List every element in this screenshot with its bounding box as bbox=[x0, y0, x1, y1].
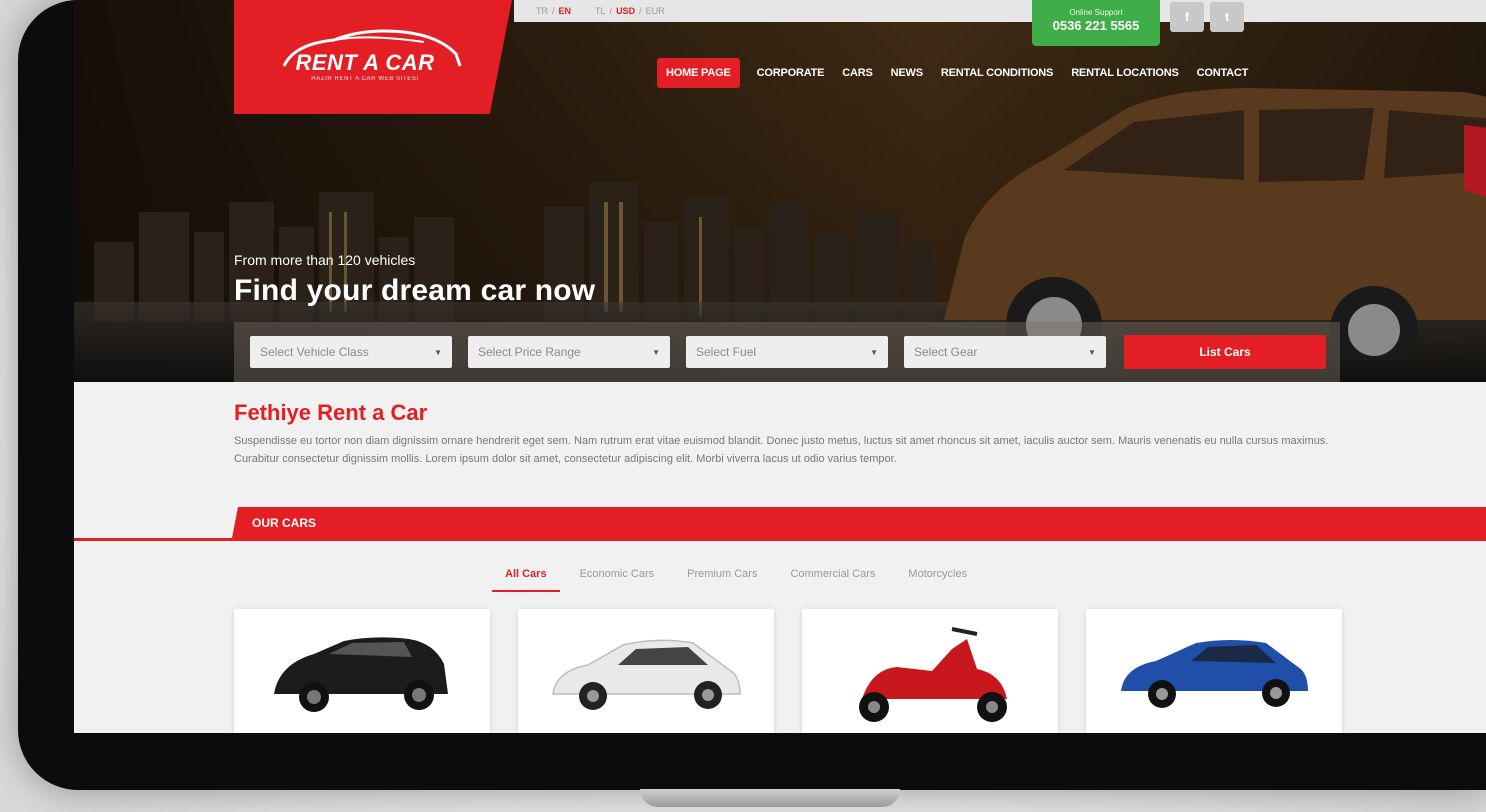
list-cars-button[interactable]: List Cars bbox=[1124, 335, 1326, 369]
mockup-stage: TR / EN TL / USD / EUR Online Support 05… bbox=[0, 0, 1486, 812]
chevron-down-icon: ▼ bbox=[434, 347, 442, 357]
hero-headline: Find your dream car now bbox=[234, 274, 596, 307]
main-nav: HOME PAGE CORPORATE CARS NEWS RENTAL CON… bbox=[657, 58, 1257, 88]
utility-bar: TR / EN TL / USD / EUR bbox=[514, 0, 1486, 22]
online-support-box[interactable]: Online Support 0536 221 5565 bbox=[1032, 0, 1160, 46]
tab-commercial-cars[interactable]: Commercial Cars bbox=[777, 565, 888, 592]
select-label: Select Gear bbox=[914, 345, 978, 359]
white-sedan-image bbox=[552, 639, 741, 710]
car-card[interactable] bbox=[802, 609, 1058, 733]
nav-news[interactable]: NEWS bbox=[882, 58, 932, 88]
blue-sedan-image bbox=[1121, 640, 1308, 708]
tab-all-cars[interactable]: All Cars bbox=[492, 565, 560, 592]
support-phone[interactable]: 0536 221 5565 bbox=[1032, 18, 1160, 33]
select-label: Select Vehicle Class bbox=[260, 345, 369, 359]
car-search-bar: Select Vehicle Class ▼ Select Price Rang… bbox=[234, 322, 1340, 382]
intro-title: Fethiye Rent a Car bbox=[234, 400, 428, 425]
currency-usd[interactable]: USD bbox=[616, 6, 635, 16]
facebook-icon[interactable]: f bbox=[1170, 2, 1204, 32]
chevron-down-icon: ▼ bbox=[1088, 347, 1096, 357]
our-cars-label: OUR CARS bbox=[252, 516, 317, 530]
laptop-base bbox=[640, 789, 900, 807]
red-scooter-image bbox=[859, 627, 1007, 722]
gear-select[interactable]: Select Gear ▼ bbox=[904, 336, 1106, 368]
car-card[interactable] bbox=[234, 609, 490, 733]
lang-tr[interactable]: TR bbox=[536, 6, 548, 16]
hero-tagline: From more than 120 vehicles bbox=[234, 252, 416, 268]
vehicle-class-select[interactable]: Select Vehicle Class ▼ bbox=[250, 336, 452, 368]
lang-en[interactable]: EN bbox=[559, 6, 572, 16]
chevron-down-icon: ▼ bbox=[870, 347, 878, 357]
our-cars-band: OUR CARS bbox=[74, 507, 1486, 541]
car-card[interactable] bbox=[1086, 609, 1342, 733]
nav-corporate[interactable]: CORPORATE bbox=[748, 58, 834, 88]
site-logo[interactable]: RENT A CAR HAZIR RENT A CAR WEB SITESI bbox=[234, 0, 512, 114]
nav-rental-locations[interactable]: RENTAL LOCATIONS bbox=[1062, 58, 1187, 88]
tab-premium-cars[interactable]: Premium Cars bbox=[674, 565, 770, 592]
website-screen: TR / EN TL / USD / EUR Online Support 05… bbox=[74, 0, 1486, 733]
nav-rental-conditions[interactable]: RENTAL CONDITIONS bbox=[932, 58, 1062, 88]
currency-tl[interactable]: TL bbox=[595, 6, 606, 16]
divider: / bbox=[639, 6, 642, 16]
hero-suv-image bbox=[944, 88, 1486, 360]
support-label: Online Support bbox=[1069, 8, 1123, 17]
nav-home[interactable]: HOME PAGE bbox=[657, 58, 740, 88]
currency-eur[interactable]: EUR bbox=[646, 6, 665, 16]
car-category-tabs: All Cars Economic Cars Premium Cars Comm… bbox=[492, 565, 987, 592]
select-label: Select Fuel bbox=[696, 345, 757, 359]
twitter-icon[interactable]: t bbox=[1210, 2, 1244, 32]
nav-contact[interactable]: CONTACT bbox=[1188, 58, 1258, 88]
intro-text: Suspendisse eu tortor non diam dignissim… bbox=[234, 435, 1329, 465]
select-label: Select Price Range bbox=[478, 345, 581, 359]
divider: / bbox=[609, 6, 613, 16]
logo-title: RENT A CAR bbox=[295, 50, 435, 75]
car-card[interactable] bbox=[518, 609, 774, 733]
band-fill bbox=[232, 507, 1486, 538]
price-range-select[interactable]: Select Price Range ▼ bbox=[468, 336, 670, 368]
black-suv-image bbox=[274, 637, 448, 712]
chevron-down-icon: ▼ bbox=[652, 347, 660, 357]
fuel-select[interactable]: Select Fuel ▼ bbox=[686, 336, 888, 368]
logo-subtitle: HAZIR RENT A CAR WEB SITESI bbox=[311, 76, 419, 82]
divider: / bbox=[552, 6, 555, 16]
nav-cars[interactable]: CARS bbox=[833, 58, 881, 88]
tab-motorcycles[interactable]: Motorcycles bbox=[895, 565, 980, 592]
tab-economic-cars[interactable]: Economic Cars bbox=[567, 565, 668, 592]
